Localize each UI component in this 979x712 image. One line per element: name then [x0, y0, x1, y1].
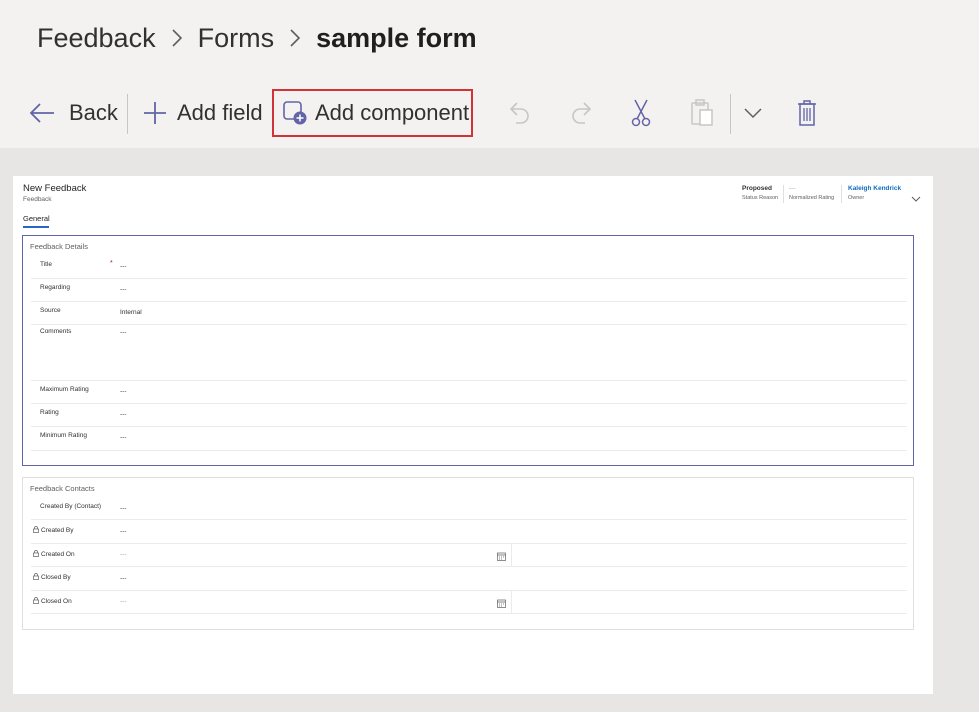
field-label-wrap: Created On — [33, 550, 75, 559]
trash-icon — [797, 100, 817, 126]
add-field-label: Add field — [177, 100, 263, 125]
section-title: Feedback Contacts — [30, 484, 95, 493]
add-field-button[interactable]: Add field — [143, 90, 263, 136]
field-label-wrap: Closed On — [33, 597, 72, 606]
field-value: Internal — [120, 309, 142, 316]
breadcrumb: Feedback Forms sample form — [37, 18, 477, 58]
field-value: --- — [120, 263, 127, 270]
calendar-icon[interactable] — [497, 548, 506, 566]
field-value: --- — [120, 286, 127, 293]
scissors-icon — [631, 99, 651, 127]
section-title: Feedback Details — [30, 242, 88, 251]
more-commands-button[interactable] — [743, 90, 763, 136]
normalized-rating-value: --- — [789, 185, 796, 192]
field-label: Minimum Rating — [40, 432, 87, 439]
tab-general[interactable]: General — [23, 214, 50, 223]
toolbar-divider — [730, 94, 731, 134]
field-created-by[interactable]: Created By --- — [31, 519, 907, 544]
tab-active-indicator — [23, 226, 49, 228]
field-label-wrap: Closed By — [33, 573, 71, 582]
status-reason-label: Status Reason — [742, 195, 779, 201]
field-label: Created On — [41, 551, 75, 558]
required-indicator: * — [110, 260, 113, 267]
arrow-left-icon — [29, 102, 55, 124]
command-bar: Back Add field Add component — [0, 86, 979, 142]
field-label: Comments — [40, 328, 72, 335]
field-divider — [511, 590, 512, 613]
status-reason-value: Proposed — [742, 185, 772, 192]
chevron-right-icon — [164, 28, 190, 48]
field-value: --- — [120, 551, 127, 558]
form-entity-name: Feedback — [23, 196, 52, 203]
redo-icon — [569, 100, 593, 126]
field-created-on[interactable]: Created On --- — [31, 543, 907, 567]
field-value: --- — [120, 329, 127, 336]
field-value: --- — [120, 528, 127, 535]
field-comments[interactable]: Comments --- — [31, 324, 907, 381]
section-feedback-details[interactable]: Feedback Details Title * --- Regarding -… — [22, 235, 914, 466]
breadcrumb-forms[interactable]: Forms — [198, 23, 275, 54]
lock-icon — [33, 526, 39, 535]
field-label: Source — [40, 307, 61, 314]
section-feedback-contacts[interactable]: Feedback Contacts Created By (Contact) -… — [22, 477, 914, 630]
field-label-wrap: Created By — [33, 526, 74, 535]
lock-icon — [33, 573, 39, 582]
field-label: Rating — [40, 409, 59, 416]
page-title: sample form — [316, 22, 477, 53]
plus-icon — [143, 101, 167, 125]
field-value: --- — [120, 598, 127, 605]
field-rating[interactable]: Rating --- — [31, 403, 907, 427]
field-minimum-rating[interactable]: Minimum Rating --- — [31, 426, 907, 451]
field-label: Closed By — [41, 574, 71, 581]
field-value: --- — [120, 505, 127, 512]
redo-button[interactable] — [569, 90, 593, 136]
chevron-right-icon — [282, 28, 308, 48]
form-title: New Feedback — [23, 183, 87, 194]
field-value: --- — [120, 411, 127, 418]
toolbar-divider — [127, 94, 128, 134]
owner-label: Owner — [848, 195, 865, 201]
field-regarding[interactable]: Regarding --- — [31, 278, 907, 302]
field-title[interactable]: Title * --- — [31, 254, 907, 279]
header-divider — [841, 185, 842, 203]
owner-value: Kaleigh Kendrick — [848, 185, 902, 192]
header-divider — [783, 185, 784, 203]
header-expand-button[interactable] — [911, 190, 921, 208]
field-label: Regarding — [40, 284, 70, 291]
field-closed-by[interactable]: Closed By --- — [31, 566, 907, 591]
field-maximum-rating[interactable]: Maximum Rating --- — [31, 380, 907, 404]
chevron-down-icon — [743, 107, 763, 119]
chevron-down-icon — [911, 190, 921, 207]
field-label: Created By — [41, 527, 74, 534]
lock-icon — [33, 597, 39, 606]
field-label: Closed On — [41, 598, 72, 605]
back-label: Back — [69, 100, 118, 125]
back-button[interactable]: Back — [29, 90, 118, 136]
breadcrumb-feedback[interactable]: Feedback — [37, 23, 156, 54]
field-closed-on[interactable]: Closed On --- — [31, 590, 907, 614]
field-value: --- — [120, 575, 127, 582]
field-value: --- — [120, 434, 127, 441]
calendar-icon[interactable] — [497, 595, 506, 613]
clipboard-icon — [690, 99, 714, 127]
normalized-rating-label: Normalized Rating — [789, 195, 835, 201]
header-field-status-reason[interactable]: Proposed Status Reason — [742, 185, 778, 201]
paste-button[interactable] — [690, 90, 714, 136]
field-label: Created By (Contact) — [40, 503, 102, 510]
undo-icon — [508, 100, 532, 126]
undo-button[interactable] — [508, 90, 532, 136]
field-label: Title — [40, 261, 53, 268]
lock-icon — [33, 550, 39, 559]
field-source[interactable]: Source Internal — [31, 301, 907, 325]
field-created-by-contact[interactable]: Created By (Contact) --- — [31, 496, 907, 520]
delete-button[interactable] — [797, 90, 817, 136]
field-label: Maximum Rating — [40, 386, 89, 393]
header-field-owner[interactable]: Kaleigh Kendrick Owner — [848, 185, 901, 201]
header-field-normalized-rating[interactable]: --- Normalized Rating — [789, 185, 834, 201]
cut-button[interactable] — [631, 90, 651, 136]
add-component-highlight — [272, 89, 473, 137]
field-value: --- — [120, 388, 127, 395]
field-divider — [511, 543, 512, 566]
